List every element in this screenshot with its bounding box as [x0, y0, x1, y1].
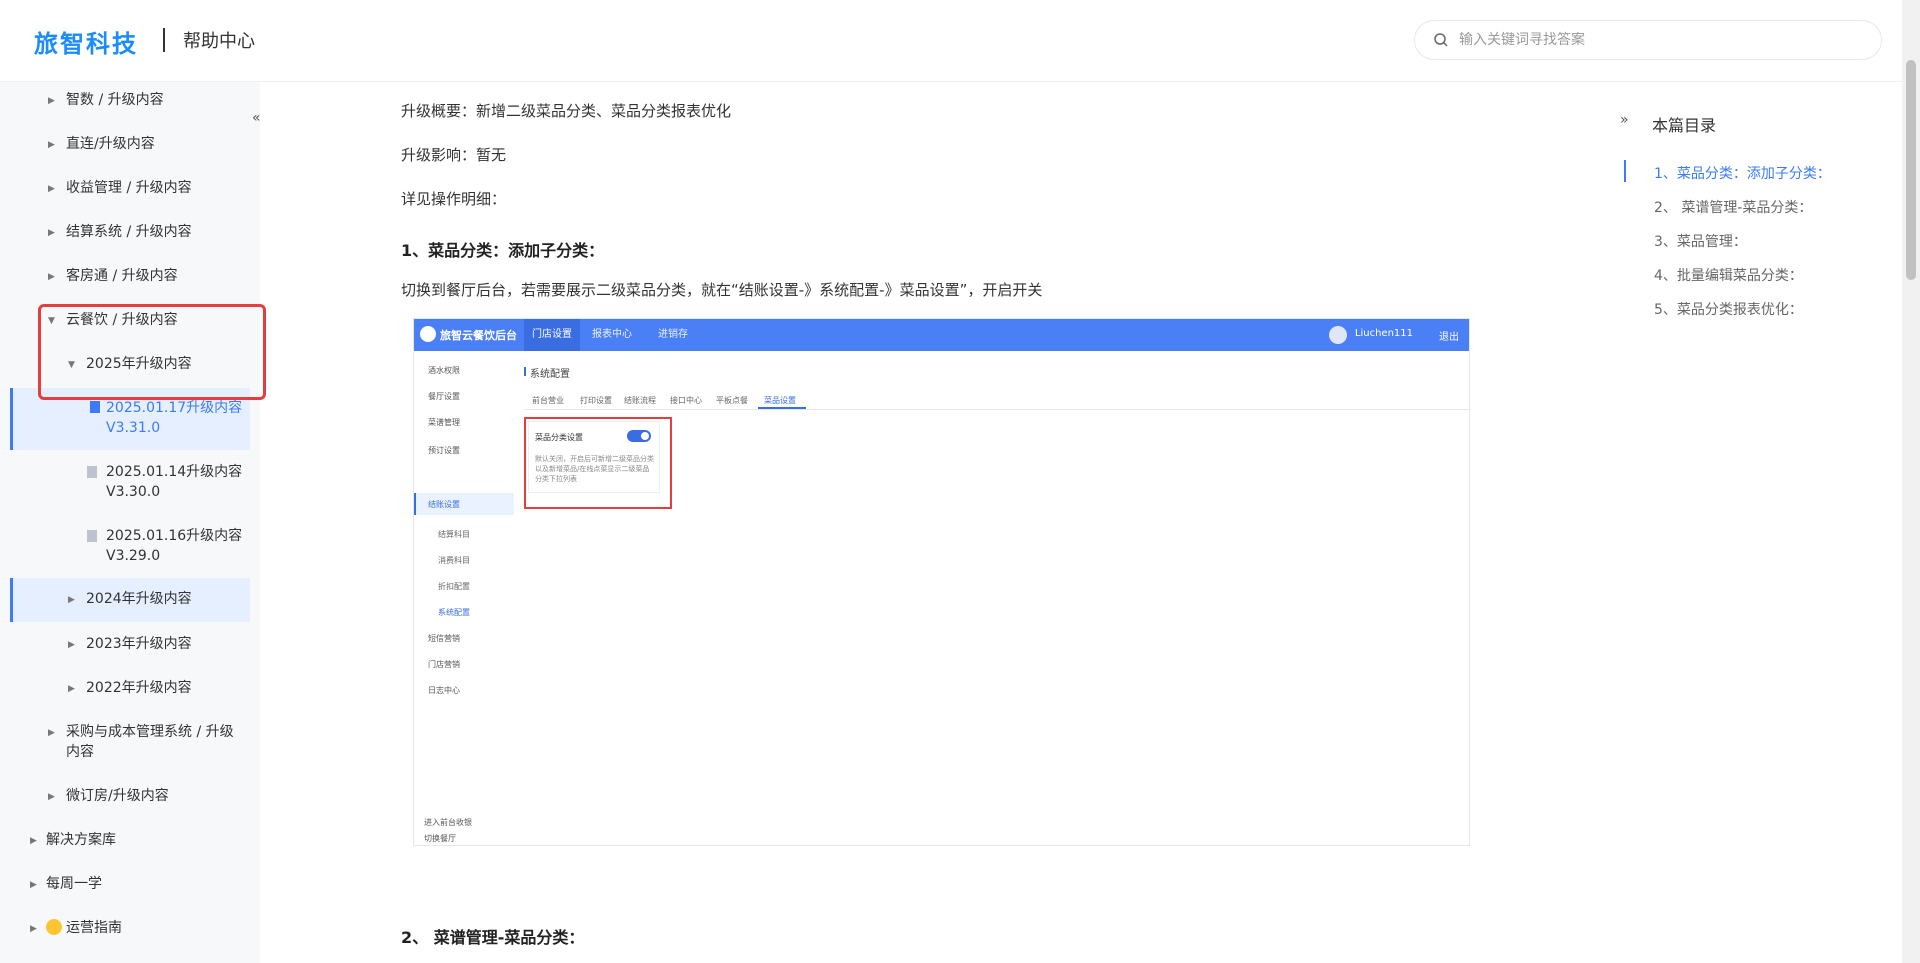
shot-submenu-item: 折扣配置 [438, 582, 470, 591]
shot-submenu-item: 消费科目 [438, 556, 470, 565]
sidebar-item-solutions[interactable]: ▶ 解决方案库 [10, 830, 250, 854]
shot-username: Liuchen111 [1354, 328, 1413, 339]
logo-divider [163, 28, 165, 52]
shot-title-accent [524, 367, 526, 376]
shot-submenu-item: 结算科目 [438, 530, 470, 539]
shot-subtab: 打印设置 [580, 396, 612, 405]
embedded-screenshot[interactable]: 旅智云餐饮后台 门店设置 报表中心 进销存 Liuchen111 退出 酒水权限… [413, 318, 1470, 846]
sidebar-item-revenue[interactable]: ▶ 收益管理 / 升级内容 [10, 178, 250, 202]
expand-toc-icon[interactable]: » [1620, 112, 1629, 128]
section-2-heading: 2、 菜谱管理-菜品分类： [401, 928, 585, 947]
shot-footer-item: 进入前台收银 [424, 818, 472, 827]
shot-highlight-box [524, 417, 672, 509]
toc-item-1[interactable]: 1、菜品分类：添加子分类： [1654, 163, 1831, 183]
document-icon [87, 466, 97, 478]
shot-tab-store-settings: 门店设置 [524, 319, 580, 351]
shot-avatar [1329, 326, 1347, 344]
caret-right-icon: ▶ [48, 228, 55, 238]
toc-active-indicator [1624, 160, 1626, 182]
caret-right-icon: ▶ [30, 880, 37, 890]
collapse-sidebar-icon[interactable]: « [252, 110, 261, 126]
shot-page-title: 系统配置 [530, 369, 570, 380]
section-1-text: 切换到餐厅后台，若需要展示二级菜品分类，就在“结账设置-》系统配置-》菜品设置”… [401, 281, 1043, 299]
shot-subtab: 前台营业 [532, 396, 564, 405]
sidebar-item-procurement[interactable]: ▶ 采购与成本管理系统 / 升级 内容 [10, 722, 250, 766]
shot-menu-item: 日志中心 [428, 686, 460, 695]
shot-subtab-selected: 菜品设置 [764, 396, 796, 405]
top-header: 旅智科技 帮助中心 [0, 0, 1902, 82]
scroll-thumb[interactable] [1906, 60, 1916, 280]
caret-right-icon: ▶ [48, 728, 55, 738]
sidebar-item-kefangtong[interactable]: ▶ 客房通 / 升级内容 [10, 266, 250, 290]
smile-emoji-icon [46, 919, 62, 935]
details-label: 详见操作明细： [401, 190, 507, 208]
search-box[interactable] [1414, 20, 1882, 60]
caret-right-icon: ▶ [48, 96, 55, 106]
shot-tab-inventory: 进销存 [658, 329, 688, 340]
document-icon [87, 530, 97, 542]
shot-menu-item: 菜谱管理 [428, 418, 460, 427]
shot-subtab-underline [758, 407, 806, 409]
sidebar-item-weekly[interactable]: ▶ 每周一学 [10, 874, 250, 898]
shot-sidebar: 酒水权限 餐厅设置 菜谱管理 预订设置 结账设置 结算科目 消费科目 折扣配置 … [414, 351, 514, 845]
logo[interactable]: 旅智科技 [34, 24, 138, 59]
shot-footer-item: 切换餐厅 [424, 834, 456, 843]
shot-menu-item: 酒水权限 [428, 366, 460, 375]
caret-right-icon: ▶ [68, 640, 75, 650]
upgrade-overview: 升级概要：新增二级菜品分类、菜品分类报表优化 [401, 102, 732, 120]
shot-logout: 退出 [1439, 332, 1459, 343]
caret-right-icon: ▶ [68, 595, 75, 605]
search-input[interactable] [1457, 29, 1857, 51]
shot-menu-item: 门店营销 [428, 660, 460, 669]
shot-main: 系统配置 前台营业 打印设置 结账流程 接口中心 平板点餐 菜品设置 菜品分类设… [514, 351, 1469, 845]
section-1-heading: 1、菜品分类：添加子分类： [401, 241, 605, 260]
sidebar-item-v3-29-0[interactable]: 2025.01.16升级内容 V3.29.0 [10, 526, 250, 570]
shot-subtab: 结账流程 [624, 396, 656, 405]
sidebar-item-zhilian[interactable]: ▶ 直连/升级内容 [10, 134, 250, 158]
shot-menu-item: 预订设置 [428, 446, 460, 455]
shot-subtab: 接口中心 [670, 396, 702, 405]
sidebar-item-2024[interactable]: ▶ 2024年升级内容 [10, 578, 250, 622]
shot-tab-reports: 报表中心 [592, 329, 632, 340]
toc-item-2[interactable]: 2、 菜谱管理-菜品分类： [1654, 197, 1812, 217]
sidebar-item-2022[interactable]: ▶ 2022年升级内容 [10, 678, 250, 702]
sidebar-item-v3-30-0[interactable]: 2025.01.14升级内容 V3.30.0 [10, 462, 250, 506]
highlight-annotation-box [38, 304, 266, 400]
help-center-title[interactable]: 帮助中心 [183, 27, 255, 53]
shot-topbar: 旅智云餐饮后台 门店设置 报表中心 进销存 Liuchen111 退出 [414, 319, 1469, 351]
shot-menu-item: 餐厅设置 [428, 392, 460, 401]
shot-menu-item-selected: 结账设置 [428, 500, 460, 509]
toc-title: 本篇目录 [1652, 116, 1717, 135]
caret-right-icon: ▶ [48, 272, 55, 282]
toc-item-4[interactable]: 4、批量编辑菜品分类： [1654, 265, 1803, 285]
page-scrollbar[interactable] [1902, 0, 1920, 963]
caret-right-icon: ▶ [48, 184, 55, 194]
sidebar-item-settlement[interactable]: ▶ 结算系统 / 升级内容 [10, 222, 250, 246]
shot-submenu-item-selected: 系统配置 [438, 608, 470, 617]
upgrade-impact: 升级影响：暂无 [401, 146, 507, 164]
caret-right-icon: ▶ [48, 792, 55, 802]
shot-subtab: 平板点餐 [716, 396, 748, 405]
shot-brand: 旅智云餐饮后台 [440, 329, 517, 342]
search-icon [1434, 33, 1448, 47]
sidebar-item-weidingfang[interactable]: ▶ 微订房/升级内容 [10, 786, 250, 810]
sidebar-item-zhishu[interactable]: ▶ 智数 / 升级内容 [10, 90, 250, 114]
toc-item-3[interactable]: 3、菜品管理： [1654, 231, 1747, 251]
shot-logo-icon [420, 326, 436, 342]
caret-right-icon: ▶ [30, 924, 37, 934]
caret-right-icon: ▶ [30, 836, 37, 846]
caret-right-icon: ▶ [68, 684, 75, 694]
shot-subtab-divider [524, 409, 1469, 410]
document-icon [90, 401, 100, 413]
shot-menu-item: 短信营销 [428, 634, 460, 643]
sidebar-item-2023[interactable]: ▶ 2023年升级内容 [10, 634, 250, 658]
toc-item-5[interactable]: 5、菜品分类报表优化： [1654, 299, 1803, 319]
caret-right-icon: ▶ [48, 140, 55, 150]
